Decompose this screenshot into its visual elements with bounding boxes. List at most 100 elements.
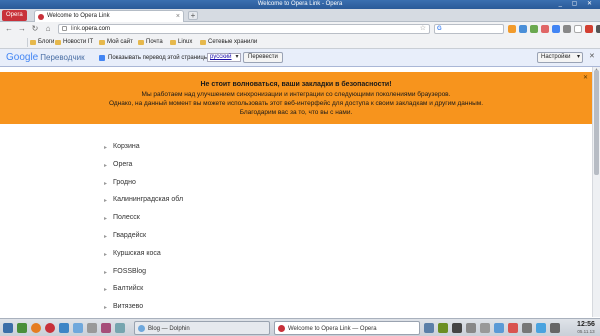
bookmark-folder-label: Куршская коса bbox=[113, 249, 161, 257]
expand-arrow-icon[interactable]: ▸ bbox=[104, 268, 107, 278]
panel-icon[interactable] bbox=[574, 25, 582, 33]
app-menu-icon[interactable] bbox=[3, 323, 13, 333]
expand-arrow-icon[interactable]: ▸ bbox=[104, 250, 107, 260]
tab-strip: Opera Welcome to Opera Link × + bbox=[0, 9, 600, 22]
bookmark-blogs[interactable]: Блоги bbox=[30, 38, 54, 47]
bookmark-folder-item[interactable]: ▸ Корзина bbox=[104, 142, 404, 160]
task-opera[interactable]: Welcome to Opera Link — Opera bbox=[274, 321, 420, 335]
forward-arrow-icon[interactable]: → bbox=[17, 24, 27, 34]
expand-arrow-icon[interactable]: ▸ bbox=[104, 214, 107, 224]
task-label: Blog — Dolphin bbox=[148, 326, 190, 332]
bookmark-folder-label: Гродно bbox=[113, 178, 136, 186]
expand-arrow-icon[interactable]: ▸ bbox=[104, 179, 107, 189]
bookmark-mail[interactable]: Почта bbox=[138, 38, 163, 47]
bookmark-folder-item[interactable]: ▸ Гродно bbox=[104, 178, 404, 196]
settings-icon[interactable] bbox=[87, 323, 97, 333]
opera-icon[interactable] bbox=[45, 323, 55, 333]
expand-arrow-icon[interactable]: ▸ bbox=[104, 143, 107, 153]
extension-icon[interactable] bbox=[530, 25, 538, 33]
banner-close-icon[interactable]: ✕ bbox=[583, 74, 588, 81]
terminal-icon[interactable] bbox=[59, 323, 69, 333]
menu-icon[interactable] bbox=[596, 25, 600, 33]
expand-arrow-icon[interactable]: ▸ bbox=[104, 232, 107, 242]
monitor-icon[interactable] bbox=[115, 323, 125, 333]
bookmark-folder-label: Балтийск bbox=[113, 285, 144, 293]
banner-text-line: Благодарим вас за то, что вы с нами. bbox=[239, 109, 353, 116]
home-icon[interactable]: ⌂ bbox=[43, 24, 53, 34]
banner-heading: Не стоит волноваться, ваши закладки в бе… bbox=[200, 81, 392, 88]
tab-label: Welcome to Opera Link bbox=[47, 13, 110, 19]
tray-updates-icon[interactable] bbox=[494, 323, 504, 333]
search-box[interactable]: G bbox=[434, 24, 504, 34]
translate-logo-text: Переводчик bbox=[40, 53, 85, 62]
target-language-select[interactable]: русский ▾ bbox=[207, 53, 241, 62]
google-translate-bar: Google Переводчик Показывать перевод этой… bbox=[0, 49, 600, 67]
expand-arrow-icon[interactable]: ▸ bbox=[104, 285, 107, 295]
firefox-icon[interactable] bbox=[31, 323, 41, 333]
bookmark-folder-item[interactable]: ▸ Полесск bbox=[104, 213, 404, 231]
bookmarks-bar: Блоги Новости IT Мой сайт Почта Linux Се… bbox=[0, 36, 600, 49]
sync-icon[interactable] bbox=[519, 25, 527, 33]
tray-mail-icon[interactable] bbox=[508, 323, 518, 333]
bookmark-folder-item[interactable]: ▸ Куршская коса bbox=[104, 249, 404, 267]
translate-prompt: Показывать перевод этой страницы на bbox=[108, 55, 217, 61]
back-arrow-icon[interactable]: ← bbox=[4, 24, 14, 34]
desktop-pager-icon[interactable] bbox=[424, 323, 434, 333]
bookmark-label: Linux bbox=[178, 39, 193, 45]
translate-settings-button[interactable]: Настройки ▾ bbox=[537, 52, 583, 63]
bookmark-network-storage[interactable]: Сетевые хранили bbox=[200, 38, 257, 47]
translate-icon[interactable] bbox=[552, 25, 560, 33]
page-scrollbar[interactable]: ▲ bbox=[592, 67, 600, 317]
tray-network-icon[interactable] bbox=[438, 323, 448, 333]
translate-close-icon[interactable]: ✕ bbox=[589, 52, 595, 60]
tab-close-icon[interactable]: × bbox=[176, 11, 180, 22]
bookmark-folder-item[interactable]: ▸ Калининградская обл bbox=[104, 195, 404, 213]
opera-favicon-icon bbox=[38, 14, 44, 20]
google-logo: Google bbox=[6, 52, 39, 63]
bookmark-folder-label: Opera bbox=[113, 160, 133, 168]
expand-arrow-icon[interactable]: ▸ bbox=[104, 303, 107, 313]
addon-icon[interactable] bbox=[541, 25, 549, 33]
tray-app-icon[interactable] bbox=[452, 323, 462, 333]
folder-icon bbox=[30, 40, 36, 45]
translate-button[interactable]: Перевести bbox=[243, 52, 283, 63]
opera-menu-button[interactable]: Opera bbox=[2, 10, 27, 21]
bookmark-it-news[interactable]: Новости IT bbox=[55, 38, 93, 47]
taskbar-clock[interactable]: 12:56 05.11.13 bbox=[574, 320, 598, 335]
bookmark-folder-item[interactable]: ▸ Гвардейск bbox=[104, 231, 404, 249]
files-icon[interactable] bbox=[17, 323, 27, 333]
expand-arrow-icon[interactable]: ▸ bbox=[104, 161, 107, 171]
dolphin-icon[interactable] bbox=[73, 323, 83, 333]
clock-date: 05.11.13 bbox=[577, 329, 595, 334]
bookmark-folder-label: Корзина bbox=[113, 143, 140, 150]
bookmark-folder-item[interactable]: ▸ Балтийск bbox=[104, 284, 404, 302]
window-title: Welcome to Opera Link - Opera bbox=[257, 1, 343, 7]
bookmark-folder-label: FOSSBlog bbox=[113, 267, 147, 275]
rss-feed-icon[interactable] bbox=[508, 25, 516, 33]
bookmark-star-icon[interactable]: ☆ bbox=[420, 25, 426, 33]
bookmark-folder-item[interactable]: ▸ Opera bbox=[104, 160, 404, 178]
tray-battery-icon[interactable] bbox=[550, 323, 560, 333]
bookmark-folder-label: Витязево bbox=[113, 303, 144, 311]
opera-turbo-icon[interactable] bbox=[585, 25, 593, 33]
expand-arrow-icon[interactable]: ▸ bbox=[104, 196, 107, 206]
tab-opera-link[interactable]: Welcome to Opera Link × bbox=[34, 10, 184, 22]
chevron-down-icon: ▾ bbox=[235, 54, 239, 60]
tray-volume-icon[interactable] bbox=[522, 323, 532, 333]
bookmark-folder-item[interactable]: ▸ FOSSBlog bbox=[104, 267, 404, 285]
tray-notes-icon[interactable] bbox=[480, 323, 490, 333]
new-tab-button[interactable]: + bbox=[188, 11, 198, 20]
tray-wifi-icon[interactable] bbox=[536, 323, 546, 333]
task-dolphin[interactable]: Blog — Dolphin bbox=[134, 321, 270, 335]
downloads-icon[interactable] bbox=[563, 25, 571, 33]
bookmark-my-site[interactable]: Мой сайт bbox=[99, 38, 133, 47]
site-info-icon[interactable] bbox=[62, 26, 67, 31]
bookmark-linux[interactable]: Linux bbox=[170, 38, 192, 47]
tray-clipboard-icon[interactable] bbox=[466, 323, 476, 333]
window-controls[interactable]: _ ▢ ✕ bbox=[559, 0, 596, 9]
media-icon[interactable] bbox=[101, 323, 111, 333]
chevron-down-icon: ▾ bbox=[576, 54, 580, 60]
address-bar[interactable]: link.opera.com ☆ bbox=[58, 24, 430, 34]
reload-icon[interactable]: ↻ bbox=[30, 24, 40, 34]
scrollbar-thumb[interactable] bbox=[594, 70, 599, 175]
